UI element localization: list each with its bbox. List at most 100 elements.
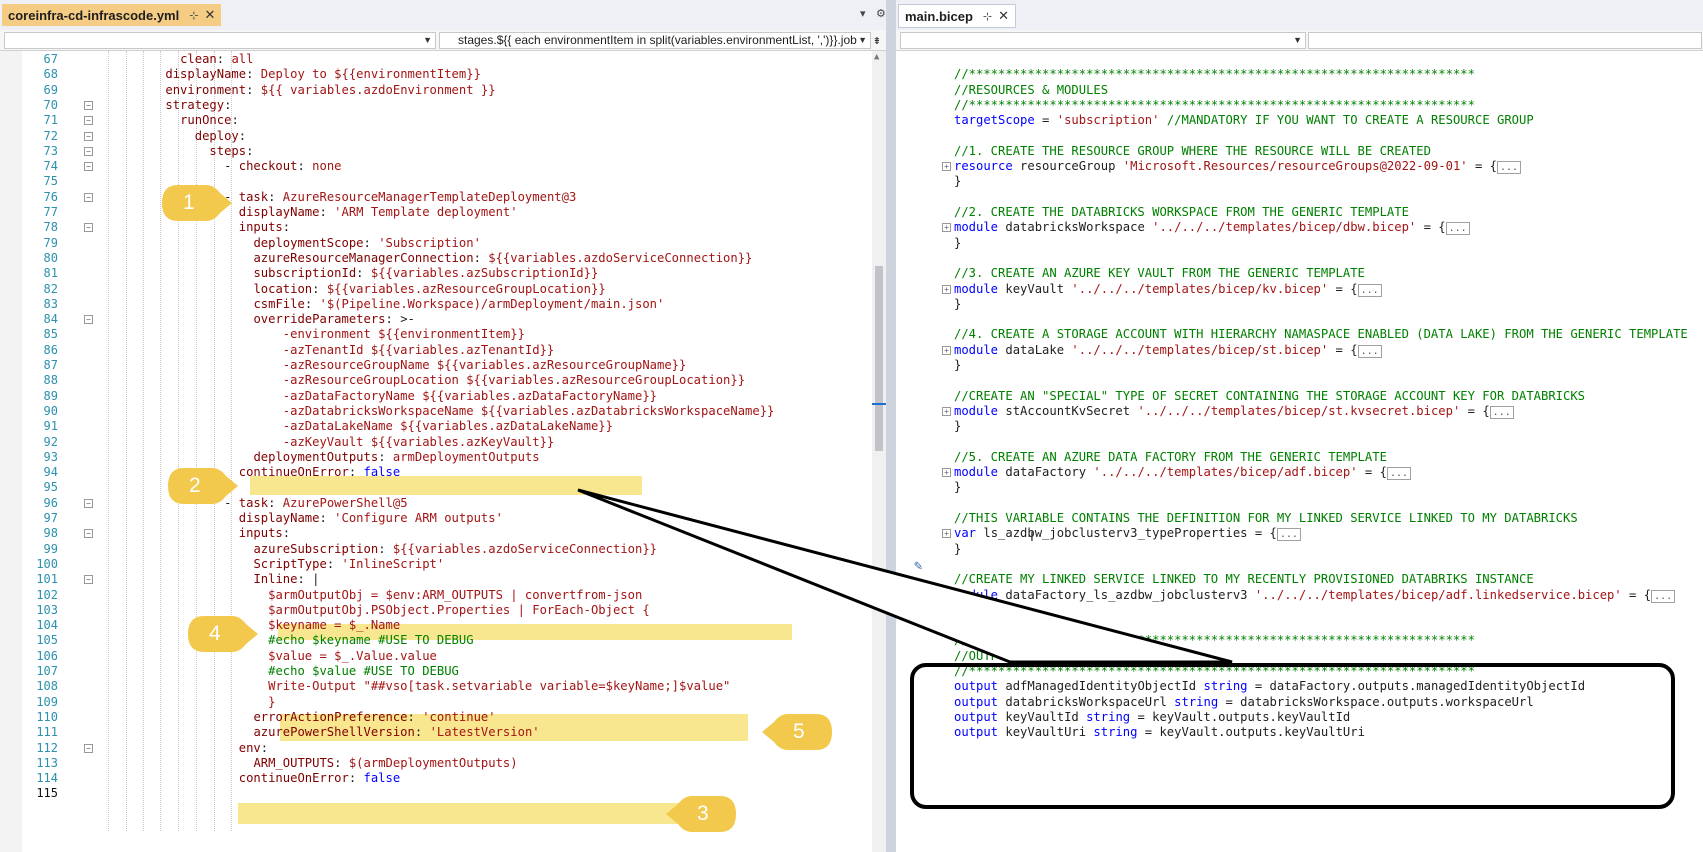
code-line[interactable]: [896, 189, 1703, 206]
code-line[interactable]: 89 -azDataFactoryName ${{variables.azDat…: [0, 388, 886, 405]
code-line[interactable]: //OUTPUTS: [896, 648, 1703, 665]
tab-coreinfra-yml[interactable]: coreinfra-cd-infrascode.yml ⊹ ✕: [2, 4, 222, 26]
close-icon[interactable]: ✕: [204, 7, 215, 23]
code-line[interactable]: 101− Inline: |: [0, 571, 886, 588]
code-line[interactable]: //THIS VARIABLE CONTAINS THE DEFINITION …: [896, 510, 1703, 527]
pane-splitter[interactable]: [886, 0, 896, 852]
code-line[interactable]: 80 azureResourceManagerConnection: ${{va…: [0, 250, 886, 267]
code-line[interactable]: //**************************************…: [896, 66, 1703, 83]
code-line[interactable]: 81 subscriptionId: ${{variables.azSubscr…: [0, 265, 886, 282]
code-line[interactable]: 72− deploy:: [0, 128, 886, 145]
code-line[interactable]: 86 -azTenantId ${{variables.azTenantId}}: [0, 342, 886, 359]
code-line[interactable]: 73− steps:: [0, 143, 886, 160]
code-line[interactable]: //1. CREATE THE RESOURCE GROUP WHERE THE…: [896, 143, 1703, 160]
pin-icon[interactable]: ⊹: [189, 9, 198, 22]
settings-icon[interactable]: ⚙: [876, 7, 886, 20]
code-line[interactable]: 113 ARM_OUTPUTS: $(armDeploymentOutputs): [0, 755, 886, 772]
code-line[interactable]: 108 Write-Output "##vso[task.setvariable…: [0, 678, 886, 695]
code-line[interactable]: 112− env:: [0, 740, 886, 757]
code-line[interactable]: 78− inputs:: [0, 219, 886, 236]
code-line[interactable]: 109 }: [0, 694, 886, 711]
code-line[interactable]: 79 deploymentScope: 'Subscription': [0, 235, 886, 252]
code-line[interactable]: + resource resourceGroup 'Microsoft.Resou…: [896, 158, 1703, 175]
code-line[interactable]: [896, 434, 1703, 451]
split-window-icon[interactable]: ⇟: [873, 33, 881, 48]
code-line[interactable]: 71− runOnce:: [0, 112, 886, 129]
collapsed-region-button[interactable]: ...: [1497, 161, 1522, 175]
collapsed-region-button[interactable]: ...: [1386, 467, 1411, 481]
vertical-scrollbar[interactable]: ▲: [872, 51, 886, 852]
code-line[interactable]: 105 #echo $keyname #USE TO DEBUG: [0, 632, 886, 649]
collapsed-region-button[interactable]: ...: [1276, 528, 1301, 542]
code-line[interactable]: + var ls_azdbw_jobclusterv3_typePropertie…: [896, 525, 1703, 542]
code-line[interactable]: + module dataFactory_ls_azdbw_jobclusterv…: [896, 587, 1703, 604]
code-line[interactable]: 100 ScriptType: 'InlineScript': [0, 556, 886, 573]
code-line[interactable]: //4. CREATE A STORAGE ACCOUNT WITH HIERA…: [896, 326, 1703, 343]
code-line[interactable]: 97 displayName: 'Configure ARM outputs': [0, 510, 886, 527]
code-line[interactable]: + module dataLake '../../../templates/bic…: [896, 342, 1703, 359]
code-line[interactable]: 69 environment: ${{ variables.azdoEnviro…: [0, 82, 886, 99]
pin-icon[interactable]: ⊹: [983, 10, 992, 23]
fold-toggle-icon[interactable]: +: [942, 406, 951, 416]
scroll-up-icon[interactable]: ▲: [874, 52, 879, 62]
code-line[interactable]: }: [896, 357, 1703, 374]
fold-toggle-icon[interactable]: +: [942, 468, 951, 478]
code-line[interactable]: }: [896, 296, 1703, 313]
code-line[interactable]: //CREATE MY LINKED SERVICE LINKED TO MY …: [896, 571, 1703, 588]
code-line[interactable]: 110 errorActionPreference: 'continue': [0, 709, 886, 726]
code-line[interactable]: targetScope = 'subscription' //MANDATORY…: [896, 112, 1703, 129]
code-line[interactable]: 74− - checkout: none: [0, 158, 886, 175]
code-line[interactable]: 106 $value = $_.Value.value: [0, 648, 886, 665]
code-line[interactable]: 114 continueOnError: false: [0, 770, 886, 787]
code-line[interactable]: [896, 311, 1703, 328]
code-line[interactable]: 99 azureSubscription: ${{variables.azdoS…: [0, 541, 886, 558]
member-dropdown[interactable]: [1308, 32, 1702, 49]
code-line[interactable]: }: [896, 418, 1703, 435]
member-dropdown[interactable]: stages.${{ each environmentItem in split…: [439, 32, 871, 49]
scrollbar-thumb[interactable]: [875, 266, 883, 451]
code-line[interactable]: //3. CREATE AN AZURE KEY VAULT FROM THE …: [896, 265, 1703, 282]
scope-dropdown[interactable]: ▼: [4, 32, 436, 49]
code-line[interactable]: [896, 556, 1703, 573]
quick-actions-brush-icon[interactable]: ✎: [914, 558, 922, 574]
code-line[interactable]: //2. CREATE THE DATABRICKS WORKSPACE FRO…: [896, 204, 1703, 221]
code-line[interactable]: 104 $keyname = $_.Name: [0, 617, 886, 634]
code-line[interactable]: //**************************************…: [896, 632, 1703, 649]
code-line[interactable]: [896, 51, 1703, 68]
code-line[interactable]: 84− overrideParameters: >-: [0, 311, 886, 328]
code-line[interactable]: [896, 250, 1703, 267]
code-line[interactable]: 83 csmFile: '$(Pipeline.Workspace)/armDe…: [0, 296, 886, 313]
code-line[interactable]: 94 continueOnError: false: [0, 464, 886, 481]
code-line[interactable]: 76− - task: AzureResourceManagerTemplate…: [0, 189, 886, 206]
code-line[interactable]: 98− inputs:: [0, 525, 886, 542]
code-line[interactable]: //5. CREATE AN AZURE DATA FACTORY FROM T…: [896, 449, 1703, 466]
fold-toggle-icon[interactable]: +: [942, 162, 951, 172]
code-line[interactable]: 87 -azResourceGroupName ${{variables.azR…: [0, 357, 886, 374]
code-line[interactable]: }: [896, 541, 1703, 558]
code-line[interactable]: 93 deploymentOutputs: armDeploymentOutpu…: [0, 449, 886, 466]
code-line[interactable]: }: [896, 173, 1703, 190]
code-line[interactable]: 111 azurePowerShellVersion: 'LatestVersi…: [0, 724, 886, 741]
close-icon[interactable]: ✕: [998, 8, 1009, 24]
fold-toggle-icon[interactable]: +: [942, 284, 951, 294]
code-line[interactable]: 77 displayName: 'ARM Template deployment…: [0, 204, 886, 221]
collapsed-region-button[interactable]: ...: [1445, 222, 1470, 236]
code-line[interactable]: + module keyVault '../../../templates/bic…: [896, 281, 1703, 298]
code-line[interactable]: [896, 128, 1703, 145]
code-line[interactable]: 75: [0, 173, 886, 190]
collapsed-region-button[interactable]: ...: [1357, 344, 1382, 358]
code-line[interactable]: [896, 495, 1703, 512]
code-line[interactable]: 91 -azDataLakeName ${{variables.azDataLa…: [0, 418, 886, 435]
fold-toggle-icon[interactable]: +: [942, 529, 951, 539]
code-line[interactable]: 85 -environment ${{environmentItem}}: [0, 326, 886, 343]
fold-toggle-icon[interactable]: +: [942, 223, 951, 233]
fold-toggle-icon[interactable]: +: [942, 345, 951, 355]
code-line[interactable]: //**************************************…: [896, 97, 1703, 114]
code-line[interactable]: 92 -azKeyVault ${{variables.azKeyVault}}: [0, 434, 886, 451]
code-line[interactable]: }: [896, 235, 1703, 252]
code-line[interactable]: 68 displayName: Deploy to ${{environment…: [0, 66, 886, 83]
code-line[interactable]: 70− strategy:: [0, 97, 886, 114]
code-line[interactable]: }: [896, 479, 1703, 496]
scope-dropdown[interactable]: ▼: [900, 32, 1306, 49]
code-line[interactable]: [896, 372, 1703, 389]
